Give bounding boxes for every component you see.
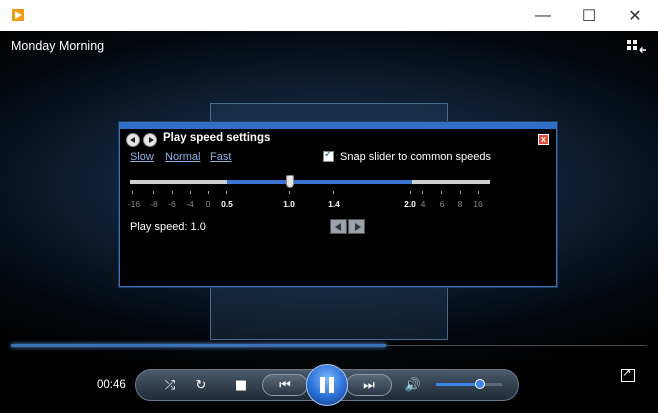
tick-mark bbox=[441, 191, 442, 194]
close-button[interactable]: ✕ bbox=[612, 0, 658, 31]
previous-icon[interactable]: ⏮ bbox=[268, 374, 302, 396]
slow-link[interactable]: Slow bbox=[130, 151, 154, 163]
pause-icon-left bbox=[320, 377, 325, 393]
tick-mark bbox=[153, 191, 154, 194]
tick-label: 4 bbox=[420, 199, 426, 209]
tick-mark bbox=[422, 191, 423, 194]
tick-label: 16 bbox=[473, 199, 483, 209]
speed-slider-normal-range bbox=[227, 180, 412, 184]
panel-header-bar bbox=[120, 123, 556, 129]
tick-label: -16 bbox=[127, 199, 141, 209]
tick-mark bbox=[478, 191, 479, 194]
panel-title: Play speed settings bbox=[163, 132, 271, 144]
tick-mark bbox=[333, 191, 334, 194]
tick-label: 8 bbox=[457, 199, 463, 209]
next-icon[interactable]: ⏭ bbox=[352, 374, 386, 396]
tick-mark bbox=[226, 191, 227, 194]
tick-label: 1.0 bbox=[283, 199, 295, 209]
switch-to-library-icon[interactable] bbox=[627, 40, 647, 55]
seek-bar-remaining[interactable] bbox=[386, 345, 647, 346]
speed-step-buttons bbox=[330, 219, 366, 234]
tick-label: -8 bbox=[150, 199, 158, 209]
media-player-icon bbox=[10, 7, 26, 23]
tick-label: -4 bbox=[186, 199, 194, 209]
volume-icon[interactable]: 🔊 bbox=[402, 374, 424, 396]
speed-slider-thumb[interactable] bbox=[286, 175, 294, 188]
tick-label: 0.5 bbox=[221, 199, 233, 209]
repeat-icon[interactable]: ↻ bbox=[191, 374, 211, 396]
stop-icon[interactable]: ■ bbox=[231, 374, 251, 396]
pause-icon-right bbox=[329, 377, 334, 393]
tick-mark bbox=[289, 191, 290, 194]
minimize-button[interactable]: — bbox=[520, 0, 566, 31]
tick-label: -6 bbox=[168, 199, 176, 209]
play-speed-readout: Play speed: 1.0 bbox=[130, 221, 206, 233]
tick-mark bbox=[460, 191, 461, 194]
play-speed-panel: Play speed settings x Slow Normal Fast S… bbox=[119, 122, 557, 287]
snap-slider-checkbox[interactable] bbox=[323, 149, 334, 162]
decrease-speed-button[interactable] bbox=[330, 219, 347, 234]
panel-forward-button[interactable] bbox=[143, 133, 157, 147]
seek-bar-progress[interactable] bbox=[11, 344, 386, 347]
volume-slider-thumb[interactable] bbox=[475, 379, 485, 389]
fast-link[interactable]: Fast bbox=[210, 151, 231, 163]
tick-label: 6 bbox=[439, 199, 445, 209]
pause-button[interactable] bbox=[306, 364, 348, 406]
normal-link[interactable]: Normal bbox=[165, 151, 200, 163]
fullscreen-icon[interactable] bbox=[621, 366, 635, 382]
maximize-button[interactable]: ☐ bbox=[566, 0, 612, 31]
tick-label: 0 bbox=[205, 199, 211, 209]
tick-label: 2.0 bbox=[404, 199, 416, 209]
tick-mark bbox=[190, 191, 191, 194]
snap-slider-label: Snap slider to common speeds bbox=[340, 151, 492, 163]
tick-label: 1.4 bbox=[328, 199, 340, 209]
tick-mark bbox=[172, 191, 173, 194]
tick-mark bbox=[208, 191, 209, 194]
tick-mark bbox=[410, 191, 411, 194]
elapsed-time: 00:46 bbox=[97, 379, 126, 391]
tick-mark bbox=[132, 191, 133, 194]
increase-speed-button[interactable] bbox=[348, 219, 365, 234]
title-bar: — ☐ ✕ bbox=[0, 0, 658, 31]
video-title: Monday Morning bbox=[11, 39, 105, 53]
panel-close-button[interactable]: x bbox=[538, 134, 549, 145]
volume-slider-fill bbox=[436, 383, 480, 386]
panel-back-button[interactable] bbox=[126, 133, 140, 147]
media-player-window: — ☐ ✕ Monday Morning Play speed settings… bbox=[0, 0, 658, 413]
shuffle-icon[interactable]: ⤮ bbox=[160, 374, 180, 396]
